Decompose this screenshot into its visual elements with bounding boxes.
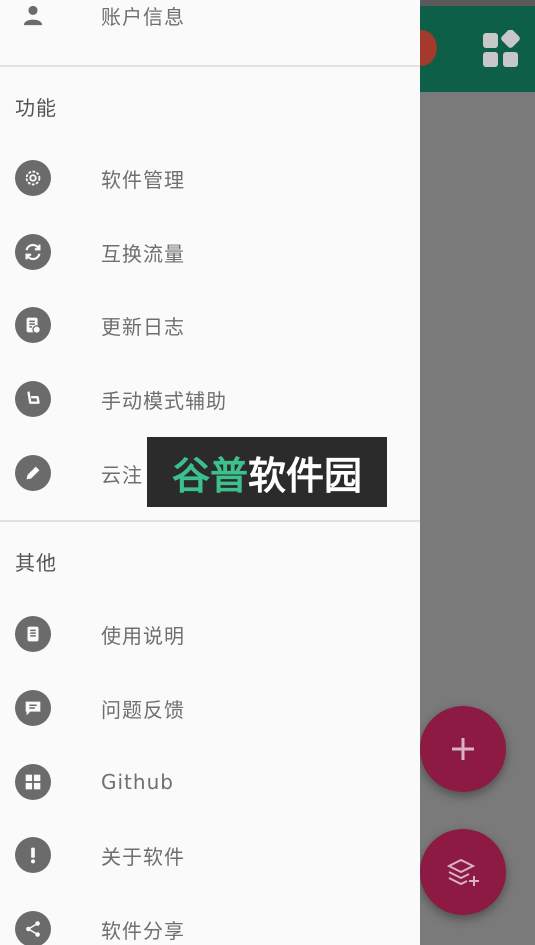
drawer-item-label: 软件分享 bbox=[101, 918, 185, 943]
drawer-item-label: 账户信息 bbox=[101, 4, 185, 29]
drawer-item-manual-mode[interactable]: 手动模式辅助 bbox=[0, 362, 420, 436]
watermark-logo: 谷普 软件园 bbox=[147, 437, 387, 507]
drawer-item-label: 手动模式辅助 bbox=[101, 388, 227, 413]
drawer-item-software-management[interactable]: 软件管理 bbox=[0, 141, 420, 215]
drawer-item-feedback[interactable]: 问题反馈 bbox=[0, 671, 420, 745]
gear-icon bbox=[15, 160, 51, 196]
drawer-item-label: Github bbox=[101, 770, 174, 794]
person-icon bbox=[15, 0, 51, 33]
feedback-icon bbox=[15, 690, 51, 726]
drawer-item-label: 更新日志 bbox=[101, 314, 185, 339]
add-fab-button[interactable] bbox=[420, 706, 506, 792]
divider bbox=[0, 520, 420, 522]
github-icon bbox=[15, 764, 51, 800]
drawer-item-label: 使用说明 bbox=[101, 623, 185, 648]
watermark-text-green: 谷普 bbox=[171, 453, 248, 498]
info-icon bbox=[15, 837, 51, 873]
grid-apps-icon[interactable] bbox=[481, 29, 521, 68]
share-icon bbox=[15, 911, 51, 945]
plus-icon bbox=[452, 738, 474, 760]
swap-icon bbox=[15, 234, 51, 270]
watermark-text-white: 软件园 bbox=[248, 453, 363, 498]
drawer-item-about[interactable]: 关于软件 bbox=[0, 818, 420, 892]
drawer-item-label: 云注 bbox=[101, 462, 143, 487]
drawer-item-changelog[interactable]: 更新日志 bbox=[0, 288, 420, 362]
drawer-item-swap-traffic[interactable]: 互换流量 bbox=[0, 215, 420, 289]
drawer-item-label: 软件管理 bbox=[101, 167, 185, 192]
document-icon bbox=[15, 616, 51, 652]
drawer-item-label: 关于软件 bbox=[101, 844, 185, 869]
drawer-item-label: 互换流量 bbox=[101, 241, 185, 266]
layers-fab-button[interactable] bbox=[420, 829, 506, 915]
pencil-icon bbox=[15, 455, 51, 491]
section-header-functions: 功能 bbox=[15, 96, 57, 120]
drawer-item-github[interactable]: Github bbox=[0, 745, 420, 819]
drawer-item-account[interactable]: 账户信息 bbox=[0, 0, 420, 52]
changelog-icon bbox=[15, 307, 51, 343]
divider bbox=[0, 65, 420, 67]
section-header-other: 其他 bbox=[15, 551, 57, 575]
layers-add-icon bbox=[446, 858, 479, 886]
manual-mode-icon bbox=[15, 381, 51, 417]
drawer-item-label: 问题反馈 bbox=[101, 697, 185, 722]
drawer-item-share[interactable]: 软件分享 bbox=[0, 892, 420, 945]
drawer-item-instructions[interactable]: 使用说明 bbox=[0, 597, 420, 671]
